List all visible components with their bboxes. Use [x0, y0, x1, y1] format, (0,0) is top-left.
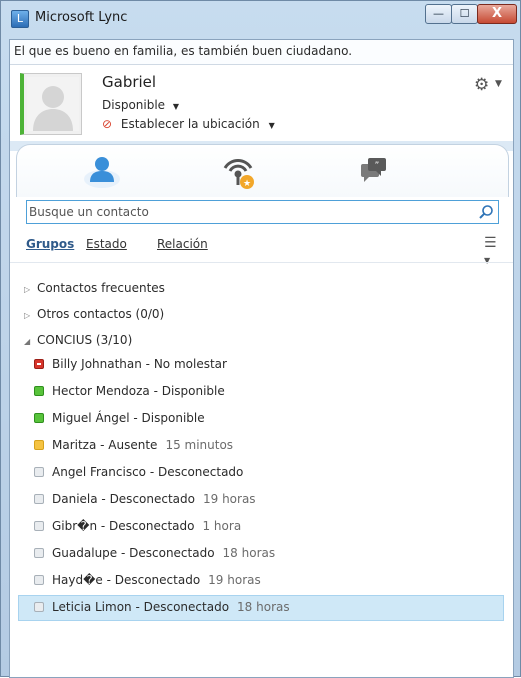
expand-arrow-icon: ▷ — [24, 285, 31, 294]
conversations-icon: ” — [361, 158, 386, 182]
window-title: Microsoft Lync — [35, 10, 128, 25]
contact-row[interactable]: Angel Francisco - Desconectado — [20, 461, 500, 485]
contact-row[interactable]: Miguel Ángel - Disponible — [20, 407, 500, 431]
expand-arrow-icon: ▷ — [24, 311, 31, 320]
presence-offline-icon — [34, 494, 44, 504]
contact-row-selected[interactable]: Leticia Limon - Desconectado 18 horas — [18, 595, 504, 621]
minimize-button[interactable]: — — [425, 4, 452, 24]
contact-name: Maritza - Ausente 15 minutos — [52, 438, 234, 452]
presence-available-icon — [34, 386, 44, 396]
presence-offline-icon — [34, 467, 44, 477]
group-frequent-contacts[interactable]: ▷ Contactos frecuentes — [24, 281, 165, 295]
contact-name: Gibr�n - Desconectado 1 hora — [52, 519, 242, 533]
group-label: CONCIUS (3/10) — [37, 333, 133, 347]
contacts-icon — [84, 157, 120, 188]
default-user-icon — [27, 77, 79, 131]
personal-note-text: El que es bueno en familia, es también b… — [14, 44, 353, 58]
personal-note-field[interactable]: El que es bueno en familia, es también b… — [10, 40, 513, 65]
lync-app-icon: L — [11, 10, 29, 28]
lync-window: L Microsoft Lync — ☐ X El que es bueno e… — [0, 0, 521, 678]
search-input[interactable] — [29, 203, 469, 221]
presence-offline-icon — [34, 521, 44, 531]
presence-busy-icon — [34, 359, 44, 369]
contact-name: Angel Francisco - Desconectado — [52, 465, 244, 479]
tab-conversations[interactable]: ” — [347, 151, 397, 191]
contact-row[interactable]: Daniela - Desconectado 19 horas — [20, 488, 500, 512]
maximize-button[interactable]: ☐ — [451, 4, 478, 24]
maximize-icon: ☐ — [459, 7, 470, 20]
main-tabs: ★ ” — [16, 144, 509, 197]
presence-icon: ★ — [223, 158, 254, 189]
presence-offline-icon — [34, 548, 44, 558]
presence-offline-icon — [34, 602, 44, 612]
tab-contacts[interactable] — [77, 151, 127, 191]
svg-text:”: ” — [375, 161, 380, 171]
status-label: Disponible — [102, 98, 166, 112]
view-tabs: Grupos Estado Relación ☰ ▼ — [26, 233, 501, 265]
close-button[interactable]: X — [477, 4, 517, 24]
chevron-down-icon: ▼ — [172, 102, 180, 111]
group-label: Otros contactos (0/0) — [37, 307, 165, 321]
avatar[interactable] — [20, 73, 82, 135]
presence-offline-icon — [34, 575, 44, 585]
contact-name: Hector Mendoza - Disponible — [52, 384, 225, 398]
options-gear-icon[interactable]: ⚙ — [474, 75, 489, 95]
close-icon: X — [491, 6, 503, 21]
contact-row[interactable]: Maritza - Ausente 15 minutos — [20, 434, 500, 458]
contact-row[interactable]: Hector Mendoza - Disponible — [20, 380, 500, 404]
tab-presence[interactable]: ★ — [213, 151, 263, 191]
contact-name: Hayd�e - Desconectado 19 horas — [52, 573, 261, 587]
no-location-icon: ⊘ — [102, 117, 113, 131]
contact-row[interactable]: Hayd�e - Desconectado 19 horas — [20, 569, 500, 593]
chevron-down-icon: ▼ — [268, 121, 275, 130]
divider — [10, 262, 513, 263]
view-tab-status[interactable]: Estado — [86, 237, 127, 251]
contact-row[interactable]: Guadalupe - Desconectado 18 horas — [20, 542, 500, 566]
group-other-contacts[interactable]: ▷ Otros contactos (0/0) — [24, 307, 164, 321]
group-concius[interactable]: ◢ CONCIUS (3/10) — [24, 333, 132, 347]
view-tab-groups[interactable]: Grupos — [26, 237, 74, 251]
search-box — [26, 200, 499, 224]
contact-row[interactable]: Billy Johnathan - No molestar — [20, 353, 500, 377]
location-dropdown[interactable]: ⊘ Establecer la ubicación ▼ — [102, 117, 275, 131]
search-icon[interactable] — [478, 204, 494, 220]
view-tab-relation[interactable]: Relación — [157, 237, 208, 251]
profile-section: Gabriel Disponible ▼ ⊘ Establecer la ubi… — [10, 65, 513, 140]
presence-available-icon — [34, 413, 44, 423]
svg-text:★: ★ — [243, 179, 251, 189]
group-label: Contactos frecuentes — [37, 281, 165, 295]
collapse-arrow-icon: ◢ — [24, 337, 31, 346]
client-area: El que es bueno en familia, es también b… — [9, 39, 514, 678]
minimize-icon: — — [433, 7, 444, 20]
title-bar[interactable]: L Microsoft Lync — ☐ X — [1, 1, 520, 39]
presence-away-icon — [34, 440, 44, 450]
chevron-down-icon[interactable]: ▼ — [495, 79, 502, 89]
user-name: Gabriel — [102, 73, 157, 91]
contact-name: Miguel Ángel - Disponible — [52, 411, 205, 425]
contact-name: Guadalupe - Desconectado 18 horas — [52, 546, 276, 560]
contact-name: Leticia Limon - Desconectado 18 horas — [52, 600, 290, 614]
location-label: Establecer la ubicación — [120, 117, 260, 131]
contact-row[interactable]: Gibr�n - Desconectado 1 hora — [20, 515, 500, 539]
contact-name: Billy Johnathan - No molestar — [52, 357, 227, 371]
contact-name: Daniela - Desconectado 19 horas — [52, 492, 256, 506]
status-dropdown[interactable]: Disponible ▼ — [102, 98, 179, 112]
